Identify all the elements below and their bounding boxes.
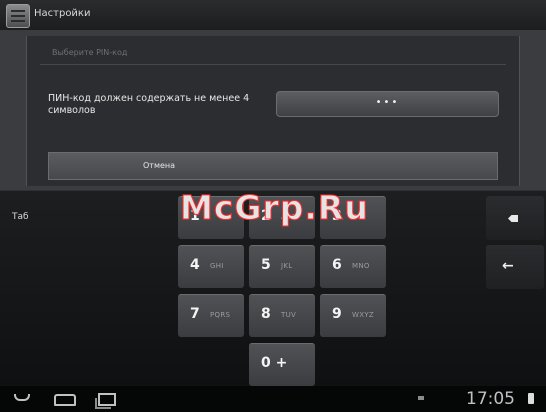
key-6[interactable]: 6 MNO: [320, 245, 386, 288]
app-title: Настройки: [34, 8, 91, 19]
pin-requirement-message: ПИН-код должен содержать не менее 4 симв…: [48, 93, 250, 116]
system-nav-bar: 17:05: [0, 386, 546, 412]
key-digit: 8: [261, 306, 271, 322]
back-icon[interactable]: [14, 394, 30, 401]
pin-input[interactable]: •••: [276, 91, 499, 117]
key-7[interactable]: 7 PQRS: [178, 294, 244, 337]
key-4[interactable]: 4 GHI: [178, 245, 244, 288]
enter-icon: ←: [502, 258, 514, 274]
key-digit: 3: [332, 208, 342, 224]
tab-key[interactable]: Таб: [12, 212, 29, 222]
key-9[interactable]: 9 WXYZ: [320, 294, 386, 337]
title-bar: Настройки: [0, 0, 546, 31]
enter-key[interactable]: ←: [486, 245, 544, 289]
key-digit: 9: [332, 306, 342, 322]
dialog-divider: [40, 64, 506, 65]
recent-apps-icon[interactable]: [95, 393, 116, 409]
key-digit: 0 +: [261, 355, 288, 371]
key-digit: 5: [261, 257, 271, 273]
dialog-title: Выберите PIN-код: [52, 48, 128, 57]
key-letters: PQRS: [210, 311, 231, 319]
settings-app-icon[interactable]: [6, 4, 30, 28]
key-2[interactable]: 2 ABC: [249, 196, 315, 239]
cancel-button[interactable]: Отмена: [48, 152, 498, 180]
key-letters: JKL: [281, 262, 293, 270]
key-letters: MNO: [352, 262, 370, 270]
key-digit: 4: [190, 257, 200, 273]
cancel-button-label: Отмена: [143, 161, 176, 170]
key-0-plus[interactable]: 0 +: [249, 343, 315, 386]
battery-icon: [528, 393, 534, 404]
backspace-icon: [508, 215, 518, 222]
home-icon[interactable]: [54, 394, 76, 406]
key-digit: 1: [190, 208, 200, 224]
clock[interactable]: 17:05: [466, 389, 515, 409]
key-letters: WXYZ: [352, 311, 374, 319]
key-digit: 7: [190, 306, 200, 322]
key-1[interactable]: 1: [178, 196, 244, 239]
backspace-key[interactable]: [486, 196, 544, 240]
notification-icon: [418, 396, 424, 400]
key-letters: DEF: [352, 213, 367, 221]
key-digit: 2: [261, 208, 271, 224]
key-3[interactable]: 3 DEF: [320, 196, 386, 239]
key-digit: 6: [332, 257, 342, 273]
key-5[interactable]: 5 JKL: [249, 245, 315, 288]
key-letters: ABC: [281, 213, 297, 221]
key-8[interactable]: 8 TUV: [249, 294, 315, 337]
key-letters: TUV: [281, 311, 297, 319]
key-letters: GHI: [210, 262, 224, 270]
